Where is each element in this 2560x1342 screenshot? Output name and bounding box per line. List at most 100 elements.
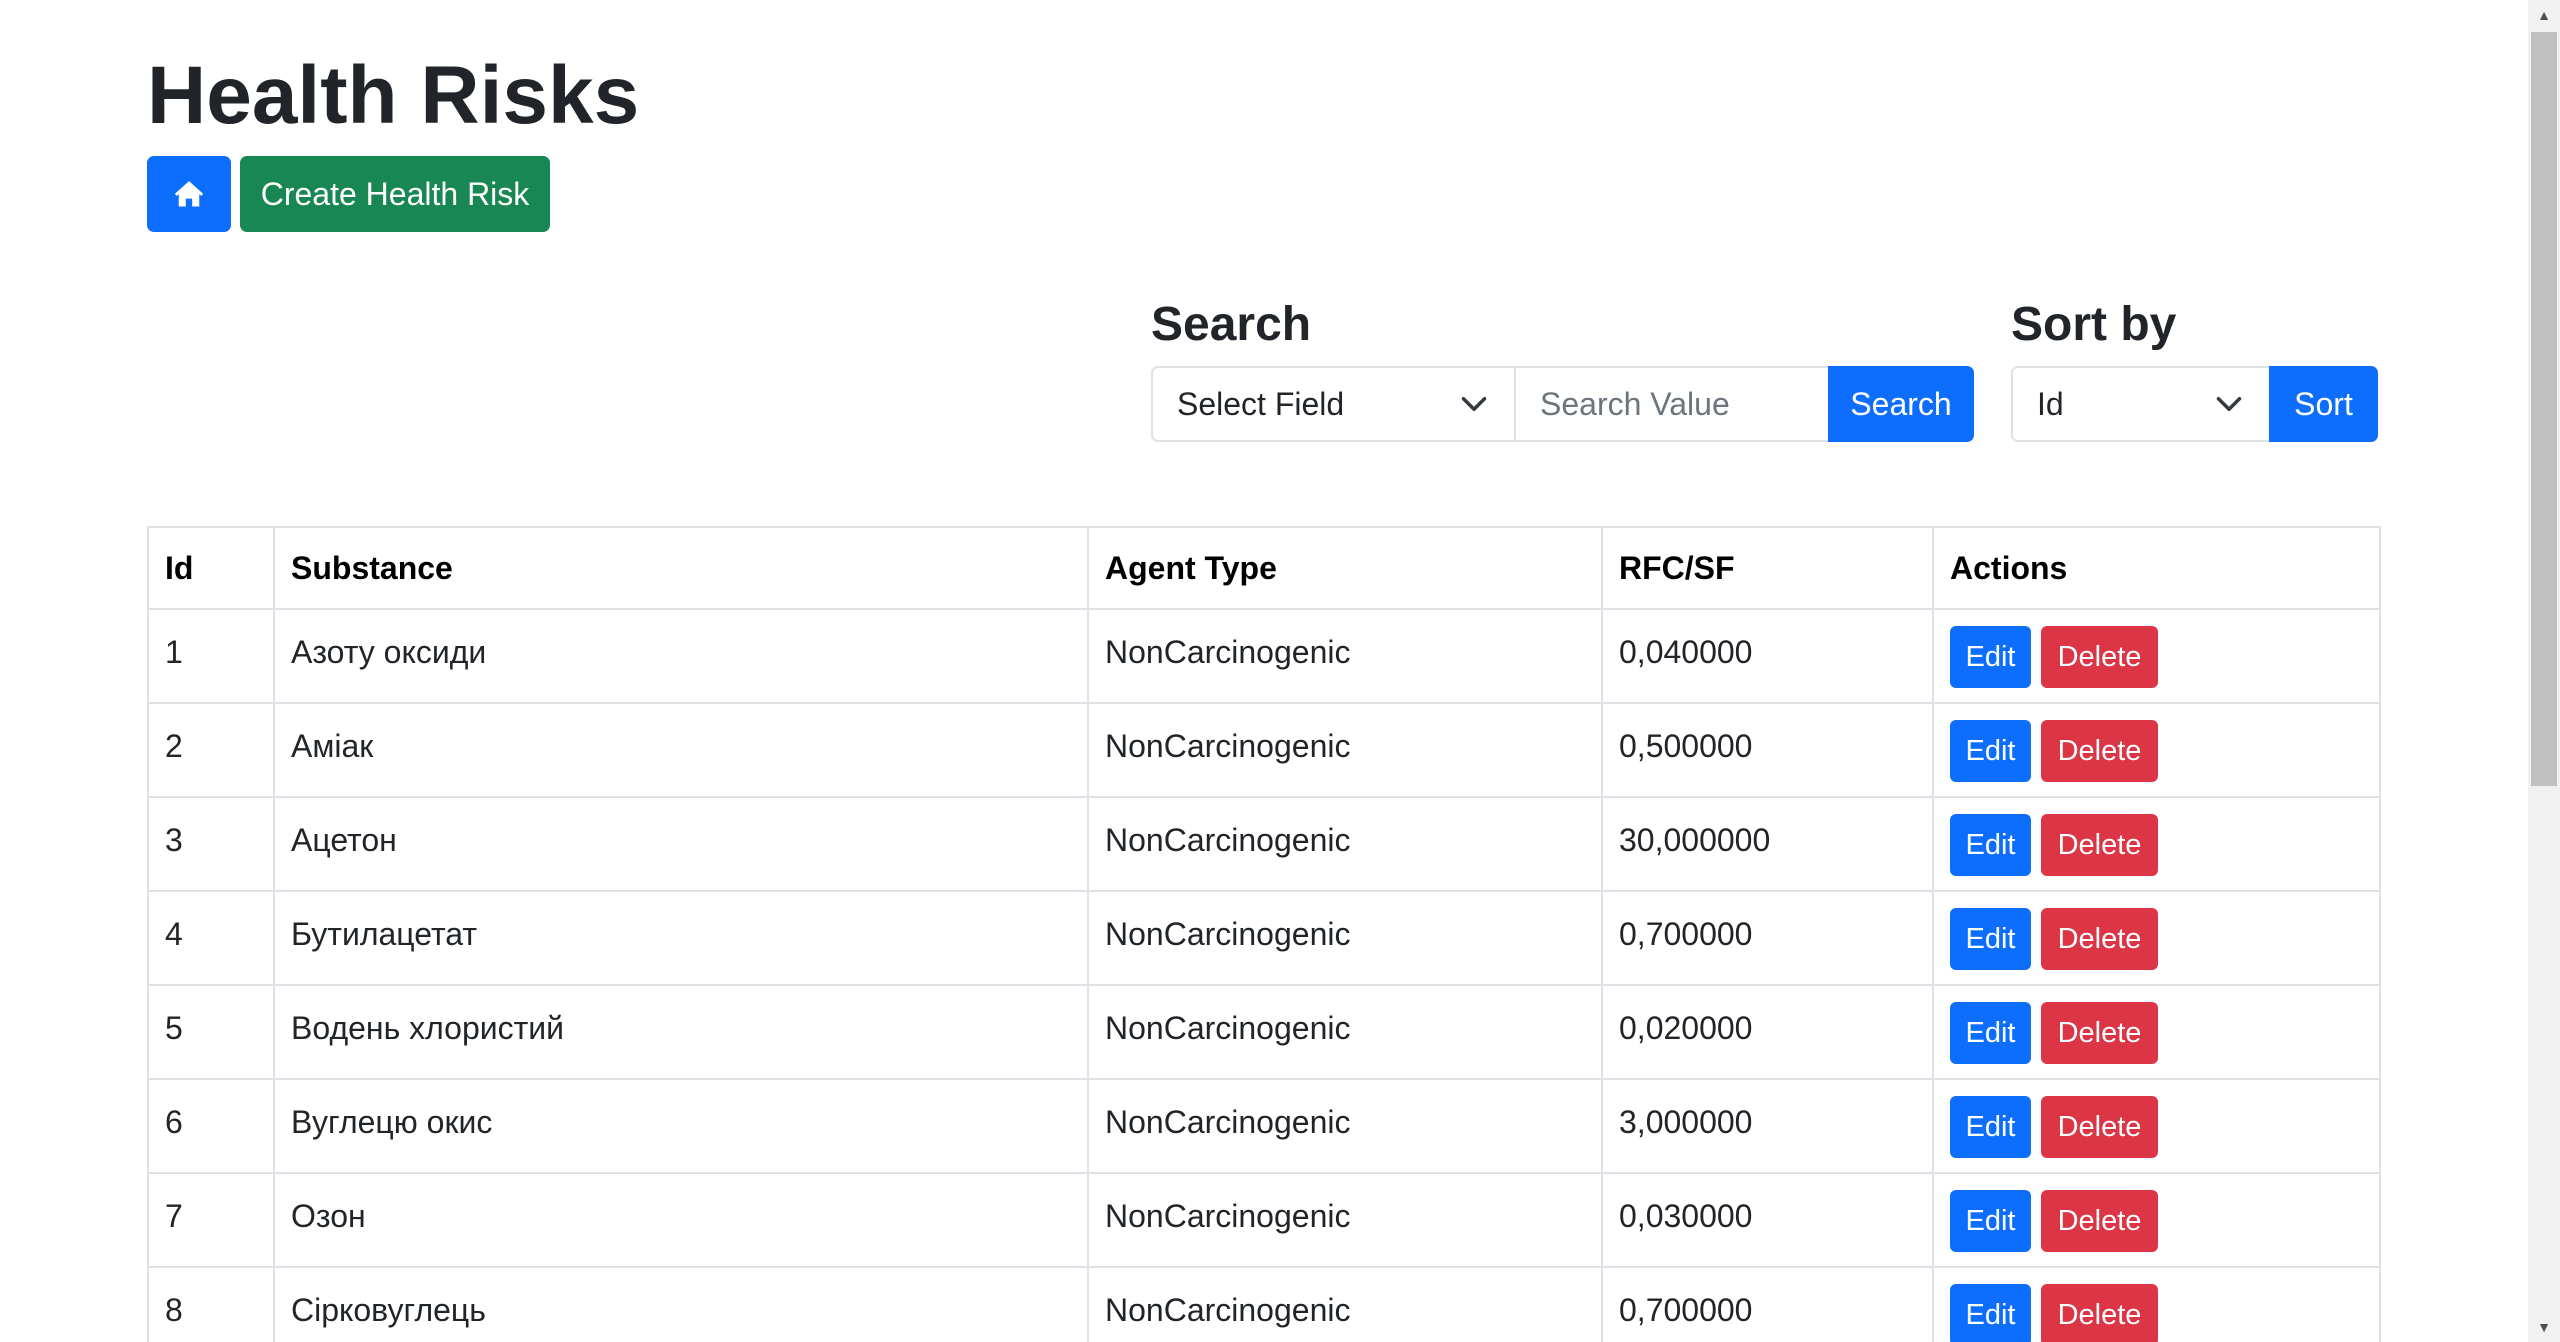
cell-actions: Edit Delete [1932,1266,2381,1342]
search-label: Search [1151,298,1312,351]
sort-button[interactable]: Sort [2269,366,2378,442]
cell-actions: Edit Delete [1932,1172,2381,1268]
delete-button[interactable]: Delete [2041,1096,2158,1158]
cell-rfc-sf: 0,030000 [1601,1172,1934,1268]
cell-rfc-sf: 3,000000 [1601,1078,1934,1174]
home-button[interactable] [147,156,231,232]
sort-label: Sort by [2011,298,2177,351]
scrollbar-thumb[interactable] [2531,32,2557,786]
cell-rfc-sf: 0,700000 [1601,1266,1934,1342]
vertical-scrollbar[interactable]: ▲ ▼ [2528,0,2560,1342]
edit-button[interactable]: Edit [1950,908,2031,970]
row-actions: Edit Delete [1950,1190,2363,1252]
cell-id: 6 [147,1078,275,1174]
home-icon [174,181,204,207]
chevron-down-icon [2216,397,2242,411]
cell-substance: Ацетон [273,796,1089,892]
cell-actions: Edit Delete [1932,984,2381,1080]
cell-id: 2 [147,702,275,798]
table-row: 4 Бутилацетат NonCarcinogenic 0,700000 Edit D… [147,890,2381,986]
cell-id: 3 [147,796,275,892]
cell-rfc-sf: 0,500000 [1601,702,1934,798]
cell-agent-type: NonCarcinogenic [1087,1078,1603,1174]
create-health-risk-button[interactable]: Create Health Risk [240,156,550,232]
health-risks-table: Id Substance Agent Type RFC/SF Actions 1… [147,526,2381,1342]
edit-button[interactable]: Edit [1950,814,2031,876]
cell-id: 8 [147,1266,275,1342]
delete-button[interactable]: Delete [2041,814,2158,876]
cell-agent-type: NonCarcinogenic [1087,608,1603,704]
cell-agent-type: NonCarcinogenic [1087,702,1603,798]
table-row: 2 Аміак NonCarcinogenic 0,500000 Edit Delete [147,702,2381,798]
delete-button[interactable]: Delete [2041,1190,2158,1252]
delete-button[interactable]: Delete [2041,720,2158,782]
cell-agent-type: NonCarcinogenic [1087,796,1603,892]
column-header-agent-type[interactable]: Agent Type [1087,526,1603,610]
sort-field-select-value: Id [2037,385,2064,422]
row-actions: Edit Delete [1950,908,2363,970]
cell-id: 5 [147,984,275,1080]
row-actions: Edit Delete [1950,1096,2363,1158]
edit-button[interactable]: Edit [1950,1096,2031,1158]
search-field-select-value: Select Field [1177,385,1345,422]
column-header-substance[interactable]: Substance [273,526,1089,610]
sort-section: Sort by Id Sort [2011,294,2378,442]
cell-substance: Аміак [273,702,1089,798]
cell-rfc-sf: 30,000000 [1601,796,1934,892]
cell-actions: Edit Delete [1932,796,2381,892]
chevron-down-icon [1461,397,1487,411]
cell-agent-type: NonCarcinogenic [1087,890,1603,986]
row-actions: Edit Delete [1950,1284,2363,1342]
edit-button[interactable]: Edit [1950,1002,2031,1064]
column-header-rfc-sf[interactable]: RFC/SF [1601,526,1934,610]
row-actions: Edit Delete [1950,626,2363,688]
cell-actions: Edit Delete [1932,890,2381,986]
search-button[interactable]: Search [1828,366,1974,442]
cell-id: 7 [147,1172,275,1268]
cell-substance: Водень хлористий [273,984,1089,1080]
table-row: 6 Вуглецю окис NonCarcinogenic 3,000000 Edit… [147,1078,2381,1174]
edit-button[interactable]: Edit [1950,720,2031,782]
sort-input-group: Id Sort [2011,366,2378,442]
edit-button[interactable]: Edit [1950,626,2031,688]
scroll-up-arrow-icon[interactable]: ▲ [2528,0,2560,30]
scroll-down-arrow-icon[interactable]: ▼ [2528,1312,2560,1342]
table-body: 1 Азоту оксиди NonCarcinogenic 0,040000 Edit… [147,608,2381,1342]
search-field-select[interactable]: Select Field [1151,366,1514,442]
cell-id: 1 [147,608,275,704]
table-row: 3 Ацетон NonCarcinogenic 30,000000 Edit Delet… [147,796,2381,892]
edit-button[interactable]: Edit [1950,1190,2031,1252]
cell-substance: Сірковуглець [273,1266,1089,1342]
edit-button[interactable]: Edit [1950,1284,2031,1342]
search-input-group: Select Field Search [1151,366,1974,442]
table-row: 1 Азоту оксиди NonCarcinogenic 0,040000 Edit… [147,608,2381,704]
row-actions: Edit Delete [1950,1002,2363,1064]
table-header-row: Id Substance Agent Type RFC/SF Actions [147,526,2381,610]
cell-actions: Edit Delete [1932,608,2381,704]
cell-substance: Азоту оксиди [273,608,1089,704]
table-row: 7 Озон NonCarcinogenic 0,030000 Edit Delete [147,1172,2381,1268]
column-header-id[interactable]: Id [147,526,275,610]
cell-substance: Озон [273,1172,1089,1268]
table-row: 8 Сірковуглець NonCarcinogenic 0,700000 Edit… [147,1266,2381,1342]
column-header-actions: Actions [1932,526,2381,610]
cell-actions: Edit Delete [1932,702,2381,798]
delete-button[interactable]: Delete [2041,1002,2158,1064]
sort-field-select[interactable]: Id [2011,366,2269,442]
table-row: 5 Водень хлористий NonCarcinogenic 0,020000… [147,984,2381,1080]
cell-rfc-sf: 0,020000 [1601,984,1934,1080]
delete-button[interactable]: Delete [2041,1284,2158,1342]
cell-actions: Edit Delete [1932,1078,2381,1174]
cell-agent-type: NonCarcinogenic [1087,1266,1603,1342]
search-section: Search Select Field Search [1151,294,1974,442]
search-value-input[interactable] [1514,366,1828,442]
delete-button[interactable]: Delete [2041,626,2158,688]
cell-agent-type: NonCarcinogenic [1087,984,1603,1080]
cell-agent-type: NonCarcinogenic [1087,1172,1603,1268]
cell-substance: Вуглецю окис [273,1078,1089,1174]
delete-button[interactable]: Delete [2041,908,2158,970]
cell-substance: Бутилацетат [273,890,1089,986]
top-actions: Create Health Risk [147,156,550,232]
page-title: Health Risks [147,50,640,141]
cell-rfc-sf: 0,040000 [1601,608,1934,704]
